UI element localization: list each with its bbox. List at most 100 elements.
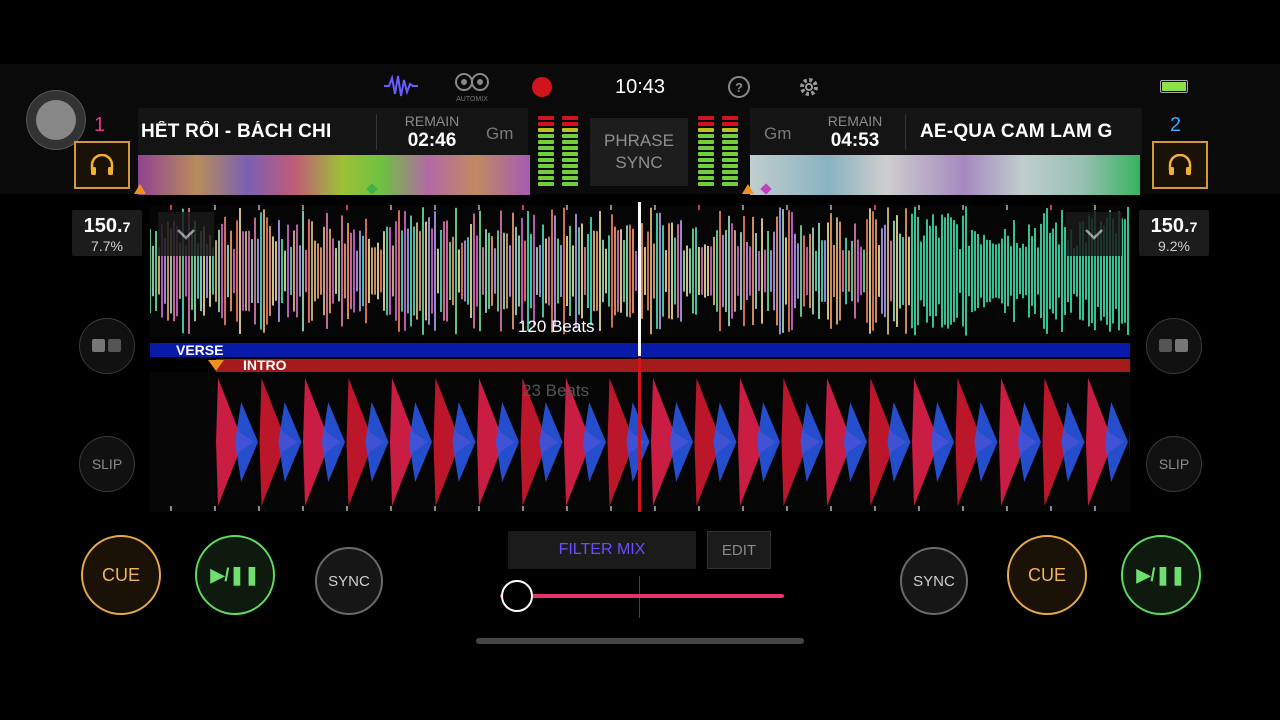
chevron-down-icon <box>1085 229 1103 240</box>
deck2-bpm-display[interactable]: 150.7 9.2% <box>1139 210 1209 256</box>
deck1-track-title[interactable]: HẾT RỒI - BÁCH CHI <box>141 121 359 143</box>
meter-segment <box>562 140 578 144</box>
deck1-overview-marker <box>134 184 146 194</box>
deck2-play-pause-button[interactable]: ▶/❚❚ <box>1121 535 1201 615</box>
beats-a-label: 120 Beats <box>518 317 595 336</box>
two-squares-icon <box>1159 339 1188 352</box>
phrase-sync-line2: SYNC <box>615 153 663 172</box>
meter-segment <box>722 134 738 138</box>
deck1-remain-time: 02:46 <box>407 130 457 151</box>
meter-segment <box>538 170 554 174</box>
deck2-sync-button[interactable]: SYNC <box>900 547 968 615</box>
meter-segment <box>538 116 554 120</box>
deck2-overview-marker <box>742 184 754 194</box>
deck1-slip-button[interactable]: SLIP <box>79 436 135 492</box>
record-icon[interactable] <box>532 77 552 97</box>
meter-segment <box>722 116 738 120</box>
deck1-remain-label: REMAIN <box>404 113 460 129</box>
meter-segment <box>722 122 738 126</box>
deck2-view-toggle-button[interactable] <box>1146 318 1202 374</box>
phrase-label-intro: INTRO <box>243 357 287 373</box>
deck1-level-meter <box>538 116 578 188</box>
meter-segment <box>562 122 578 126</box>
meter-segment <box>538 182 554 186</box>
meter-segment <box>722 182 738 186</box>
deck1-headphone-cue-button[interactable] <box>74 141 130 189</box>
meter-segment <box>562 128 578 132</box>
deck1-pitch: 7.7% <box>91 238 123 254</box>
deck2-track-title[interactable]: AE-QUA CAM LAM G <box>920 121 1136 143</box>
deck1-title-divider <box>376 114 377 150</box>
meter-segment <box>722 140 738 144</box>
meter-segment <box>698 122 714 126</box>
deck2-slip-button[interactable]: SLIP <box>1146 436 1202 492</box>
meter-segment <box>722 146 738 150</box>
meter-segment <box>698 128 714 132</box>
home-indicator[interactable] <box>476 638 804 644</box>
help-icon[interactable]: ? <box>728 76 750 98</box>
meter-segment <box>538 164 554 168</box>
meter-segment <box>538 176 554 180</box>
meter-segment <box>562 176 578 180</box>
deck2-level-meter <box>698 116 738 188</box>
deck2-playhead <box>638 358 641 512</box>
meter-segment <box>538 152 554 156</box>
meter-segment <box>698 170 714 174</box>
deck1-overview-waveform[interactable] <box>138 155 530 195</box>
meter-segment <box>698 146 714 150</box>
deck1-bpm-decimal: 7 <box>122 219 131 235</box>
meter-segment <box>698 176 714 180</box>
meter-segment <box>698 164 714 168</box>
meter-segment <box>538 134 554 138</box>
deck1-sync-button[interactable]: SYNC <box>315 547 383 615</box>
deck1-playhead <box>638 202 641 356</box>
meter-segment <box>538 146 554 150</box>
phrase-bar-intro <box>216 359 1130 373</box>
meter-segment <box>562 170 578 174</box>
deck2-pitch: 9.2% <box>1158 238 1190 254</box>
edit-button[interactable]: EDIT <box>707 531 771 569</box>
two-squares-icon <box>92 339 121 352</box>
phrase-sync-button[interactable]: PHRASE SYNC <box>590 118 688 186</box>
deck1-play-pause-button[interactable]: ▶/❚❚ <box>195 535 275 615</box>
meter-segment <box>722 164 738 168</box>
deck2-remain-time: 04:53 <box>830 130 880 151</box>
waveform-mode-icon[interactable] <box>384 74 418 98</box>
meter-segment <box>562 146 578 150</box>
meter-segment <box>698 158 714 162</box>
headphone-icon <box>1168 154 1192 175</box>
automix-icon[interactable]: AUTOMIX <box>452 72 492 104</box>
crossfader-track[interactable] <box>500 594 784 598</box>
deck2-collapse-button[interactable] <box>1066 212 1122 256</box>
meter-segment <box>698 182 714 186</box>
meter-segment <box>722 128 738 132</box>
meter-segment <box>562 116 578 120</box>
settings-gear-icon[interactable] <box>798 76 820 98</box>
phrase-label-verse: VERSE <box>176 342 224 358</box>
filter-mix-button[interactable]: FILTER MIX <box>508 531 696 569</box>
deck2-cue-button[interactable]: CUE <box>1007 535 1087 615</box>
deck2-key: Gm <box>764 124 792 143</box>
headphone-icon <box>90 154 114 175</box>
deck2-headphone-cue-button[interactable] <box>1152 141 1208 189</box>
deck1-key: Gm <box>486 124 514 143</box>
meter-segment <box>698 116 714 120</box>
deck1-bpm-display[interactable]: 150.7 7.7% <box>72 210 142 256</box>
meter-segment <box>562 164 578 168</box>
meter-segment <box>722 152 738 156</box>
meter-segment <box>698 152 714 156</box>
meter-segment <box>538 122 554 126</box>
automix-label: AUTOMIX <box>456 96 488 103</box>
crossfader-knob[interactable] <box>501 580 534 612</box>
deck1-view-toggle-button[interactable] <box>79 318 135 374</box>
meter-segment <box>538 128 554 132</box>
meter-segment <box>722 158 738 162</box>
deck1-cue-button[interactable]: CUE <box>81 535 161 615</box>
deck1-collapse-button[interactable] <box>158 212 214 256</box>
deck2-overview-waveform[interactable] <box>750 155 1140 195</box>
deck2-bpm-decimal: 7 <box>1189 219 1198 235</box>
deck2-bpm-main: 150. <box>1150 215 1190 237</box>
meter-segment <box>538 140 554 144</box>
deck2-remain-label: REMAIN <box>827 113 883 129</box>
deck2-number: 2 <box>1170 114 1182 136</box>
